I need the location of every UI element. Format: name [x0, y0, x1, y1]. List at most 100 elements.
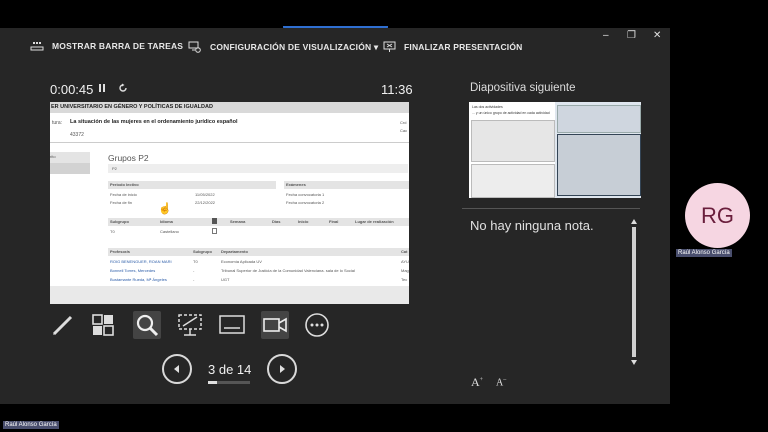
right-col-1: Crd [400, 120, 407, 125]
next-slide-label: Diapositiva siguiente [470, 82, 576, 94]
slide-progress [208, 381, 250, 384]
slide-footer [50, 286, 409, 304]
prof-col-cat: Cat [401, 249, 408, 254]
prof-name-link[interactable]: Bustamante Rueda, Mª Ángeles [110, 277, 167, 282]
period-header: Periodo lectivo [110, 182, 139, 187]
prof-name-link[interactable]: Bonnell Torres, Mercedes [110, 268, 155, 273]
subtitles-icon[interactable] [218, 312, 246, 343]
field-label: tura: [52, 120, 63, 126]
thumb-screenshot-b [471, 164, 555, 198]
thumb-screenshot-c [557, 105, 641, 133]
restart-timer-icon[interactable] [118, 83, 128, 96]
field-code: 43372 [70, 132, 84, 138]
display-settings-button[interactable]: CONFIGURACIÓN DE VISUALIZACIÓN ▾ [188, 41, 378, 53]
group-title: Grupos P2 [108, 153, 149, 163]
increase-font-label: A [471, 375, 480, 389]
slide-counter[interactable]: 3 de 14 [208, 362, 251, 377]
next-slide-button[interactable] [267, 354, 297, 384]
current-slide: ER UNIVERSITARIO EN GÉNERO Y POLÍTICAS D… [50, 102, 409, 304]
schedule-row-language: Castellano [160, 229, 179, 234]
increase-font-button[interactable]: A+ [471, 375, 483, 390]
close-button[interactable]: ✕ [653, 30, 661, 41]
schedule-col-place: Lugar de realización [355, 219, 394, 224]
pause-timer-icon[interactable] [98, 83, 106, 96]
exam-row2: Fecha convocatoria 2 [286, 200, 325, 205]
period-row2-value: 22/12/2022 [195, 200, 216, 205]
schedule-col-week: Semana [230, 219, 246, 224]
prof-col-dept: Departamento [221, 249, 248, 254]
thumb-line-2: ... y un único grupo de actividad en cad… [472, 111, 550, 115]
current-time: 11:36 [381, 82, 413, 97]
participant-avatar: RG [685, 183, 750, 248]
show-taskbar-label: MOSTRAR BARRA DE TAREAS [52, 41, 184, 51]
prof-col-name: Profesor/a [110, 249, 130, 254]
prof-dept: Economía Aplicada UV [221, 259, 262, 264]
prof-dept: Tribunal Superior de Justicia de la Comu… [221, 268, 355, 273]
prof-dept: UGT [221, 277, 230, 282]
schedule-row-subgroup: T0 [110, 229, 115, 234]
camera-icon[interactable] [261, 311, 289, 339]
exam-header: Exámenes [286, 182, 306, 187]
schedule-col-subgroup: Subgrupo [110, 219, 129, 224]
next-arrow-icon [280, 365, 285, 373]
schedule-col-end: Final [329, 219, 339, 224]
hand-cursor-icon: ☝ [158, 203, 172, 215]
thumb-right-panel [555, 102, 641, 198]
elapsed-timer: 0:00:45 [50, 82, 94, 97]
field-title: La situación de las mujeres en el ordena… [70, 119, 238, 125]
right-col-2: Cac [400, 128, 408, 133]
self-name-badge: Raúl Alonso García [3, 421, 59, 429]
participant-name-badge: Raúl Alonso García [676, 249, 732, 257]
slide-progress-fill [208, 381, 217, 384]
previous-arrow-icon [174, 365, 179, 373]
slide-header: ER UNIVERSITARIO EN GÉNERO Y POLÍTICAS D… [50, 102, 409, 113]
zoom-icon[interactable] [133, 311, 161, 339]
schedule-col-start: Inicio [298, 219, 309, 224]
next-slide-thumbnail[interactable]: Las dos actividades ... y un único grupo… [469, 102, 641, 198]
left-menu-item[interactable]: rito [50, 154, 56, 159]
show-taskbar-button[interactable]: MOSTRAR BARRA DE TAREAS [30, 41, 183, 51]
presenter-toolbar: MOSTRAR BARRA DE TAREAS CONFIGURACIÓN DE… [0, 28, 670, 66]
left-menu-selected[interactable] [50, 163, 90, 174]
restore-button[interactable]: ❐ [627, 30, 636, 41]
thumb-screenshot-a [471, 120, 555, 162]
thumb-left-panel: Las dos actividades ... y un único grupo… [469, 102, 555, 198]
calendar-icon[interactable] [212, 218, 217, 224]
end-presentation-button[interactable]: FINALIZAR PRESENTACIÓN [383, 41, 523, 53]
end-presentation-icon [383, 41, 396, 53]
prof-cat: AYU [401, 259, 409, 264]
period-row1-label: Fecha de inicio [110, 192, 137, 197]
prof-subgroup: - [193, 277, 195, 282]
more-options-icon[interactable] [304, 312, 330, 343]
prof-cat: Tec [401, 277, 408, 282]
prof-header-bar [108, 248, 409, 256]
pen-icon[interactable] [50, 312, 76, 343]
end-presentation-label: FINALIZAR PRESENTACIÓN [404, 42, 523, 52]
display-settings-label: CONFIGURACIÓN DE VISUALIZACIÓN ▾ [210, 41, 379, 52]
period-row2-label: Fecha de fin [110, 200, 133, 205]
prof-name-link[interactable]: ROIG BENENGUER, ROAN MARI [110, 259, 172, 264]
group-tab[interactable]: P2 [112, 166, 117, 171]
period-row1-value: 11/05/2022 [195, 192, 215, 197]
display-settings-icon [188, 41, 202, 53]
previous-slide-button[interactable] [162, 354, 192, 384]
group-tabbar: P2 [108, 164, 408, 173]
notes-scrollbar[interactable] [630, 218, 638, 366]
notes-text: No hay ninguna nota. [470, 218, 594, 233]
taskbar-icon [30, 41, 44, 51]
divider [50, 142, 409, 143]
avatar-initials: RG [701, 202, 734, 228]
schedule-col-days: Días [272, 219, 281, 224]
exam-row1: Fecha convocatoria 1 [286, 192, 325, 197]
minimize-button[interactable]: – [603, 30, 609, 41]
thumb-line-1: Las dos actividades [472, 105, 503, 109]
prof-subgroup: - [193, 268, 195, 273]
prof-col-subgroup: Subgrupo [193, 249, 212, 254]
prof-subgroup: T0 [193, 259, 198, 264]
schedule-col-language: Idioma [160, 219, 173, 224]
prof-cat: Mag [401, 268, 409, 273]
decrease-font-button[interactable]: A– [496, 377, 506, 388]
calendar-icon[interactable] [212, 228, 217, 234]
laser-pointer-icon[interactable] [176, 312, 204, 343]
see-all-slides-icon[interactable] [91, 312, 117, 343]
